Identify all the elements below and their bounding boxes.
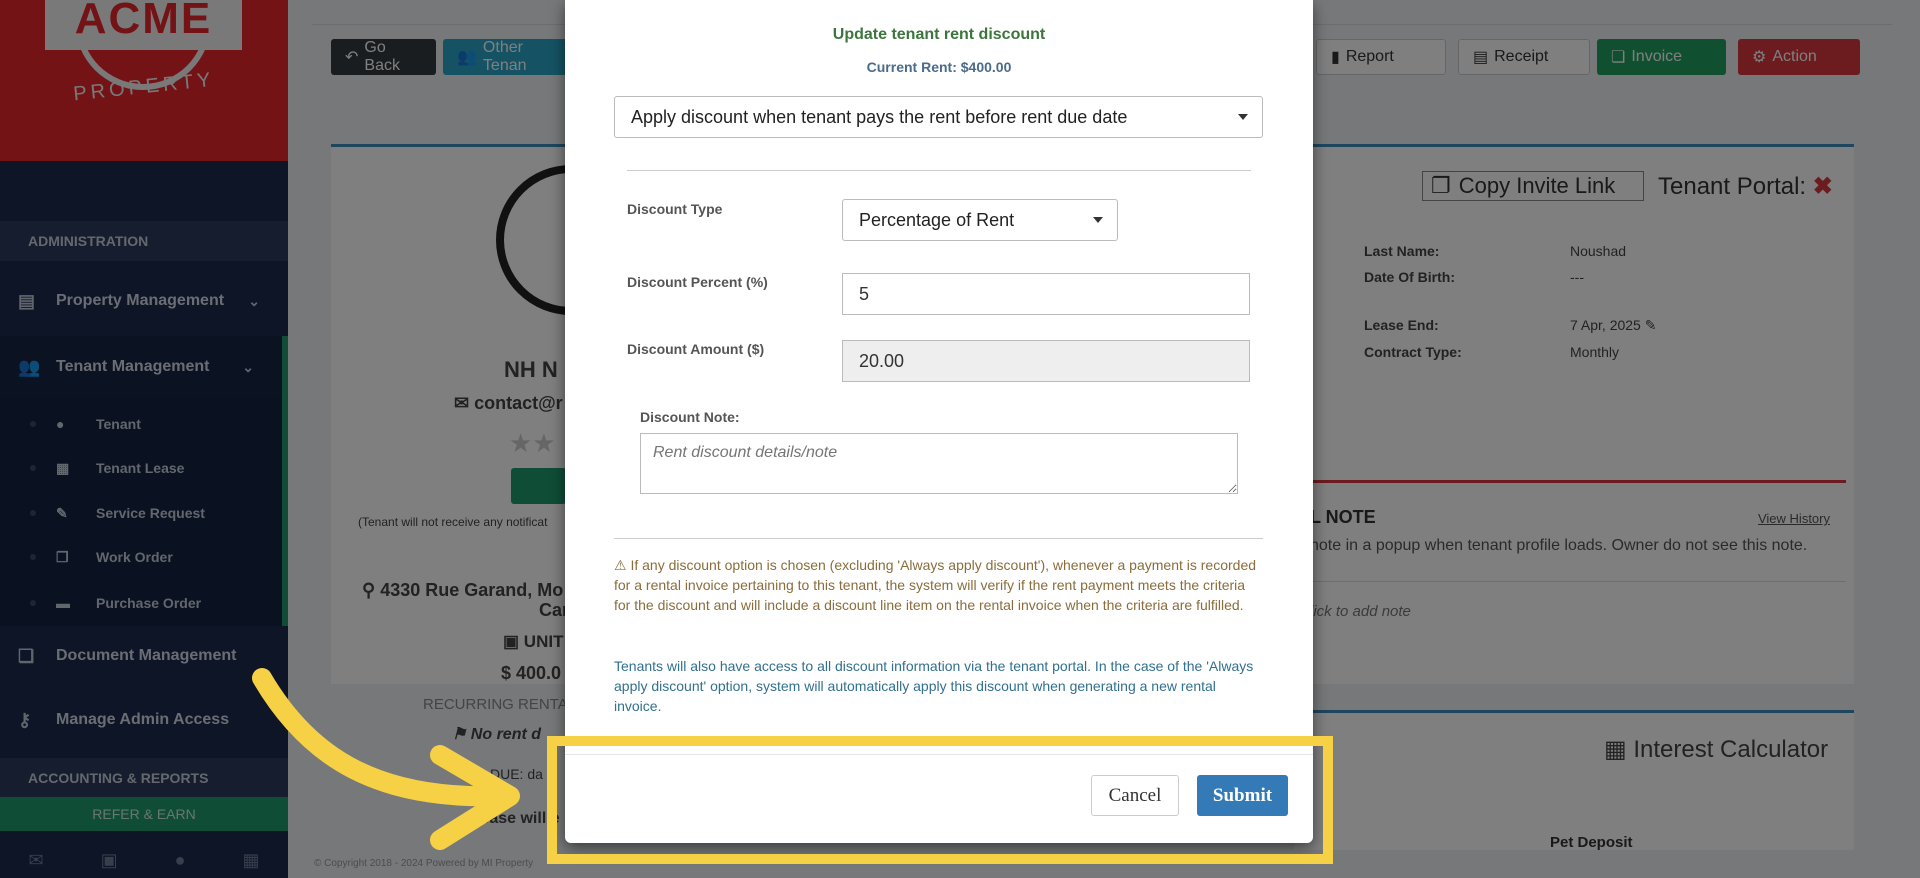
pointer-arrow (252, 668, 520, 850)
